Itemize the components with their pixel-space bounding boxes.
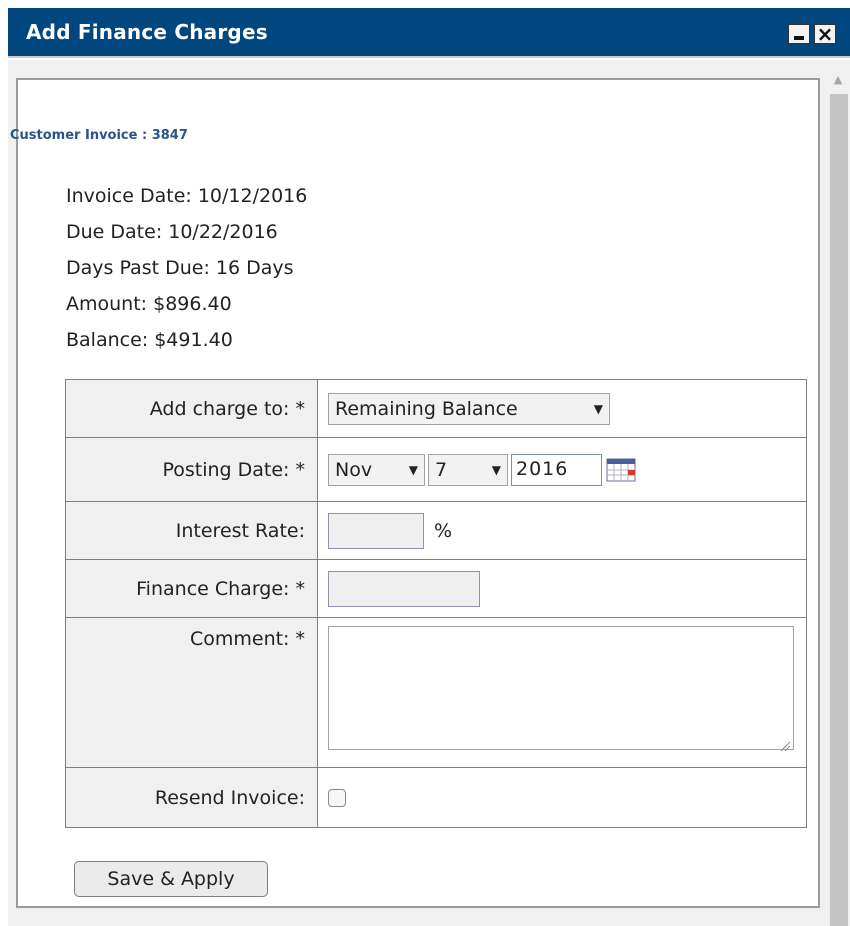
invoice-info: Invoice Date: 10/12/2016 Due Date: 10/22… xyxy=(66,178,307,358)
add-charge-selected: Remaining Balance xyxy=(335,397,518,420)
add-charge-select[interactable]: Remaining Balance ▼ xyxy=(328,392,610,425)
row-add-charge-to: Add charge to: * Remaining Balance ▼ xyxy=(65,379,807,438)
row-posting-date: Posting Date: * Nov ▼ 7 ▼ 2016 xyxy=(65,437,807,502)
posting-day-selected: 7 xyxy=(435,458,448,481)
finance-charge-input[interactable] xyxy=(328,570,480,607)
row-comment: Comment: * xyxy=(65,617,807,768)
interest-rate-input[interactable] xyxy=(328,512,424,549)
add-charge-label: Add charge to: * xyxy=(65,379,318,438)
invoice-date: Invoice Date: 10/12/2016 xyxy=(66,185,308,207)
amount: Amount: $896.40 xyxy=(66,293,232,315)
invoice-heading: Customer Invoice : 3847 xyxy=(10,128,188,143)
close-button[interactable]: × xyxy=(814,22,836,46)
dropdown-arrow-icon: ▼ xyxy=(408,462,418,477)
posting-month-selected: Nov xyxy=(335,458,373,481)
minimize-button[interactable] xyxy=(788,24,810,44)
finance-charge-label: Finance Charge: * xyxy=(65,559,318,618)
resend-invoice-label: Resend Invoice: xyxy=(65,767,318,828)
posting-month-select[interactable]: Nov ▼ xyxy=(328,453,425,486)
comment-textarea[interactable] xyxy=(328,626,794,752)
posting-date-label: Posting Date: * xyxy=(65,437,318,502)
due-date: Due Date: 10/22/2016 xyxy=(66,221,278,243)
row-finance-charge: Finance Charge: * xyxy=(65,559,807,618)
window-title: Add Finance Charges xyxy=(26,20,268,44)
finance-charge-form: Add charge to: * Remaining Balance ▼ Pos… xyxy=(65,379,807,828)
window-titlebar: Add Finance Charges × xyxy=(8,8,850,58)
scroll-up-icon[interactable]: ▲ xyxy=(828,70,848,90)
days-past-due: Days Past Due: 16 Days xyxy=(66,257,294,279)
comment-label: Comment: * xyxy=(65,617,318,768)
dropdown-arrow-icon: ▼ xyxy=(491,462,501,477)
scrollbar-thumb[interactable] xyxy=(830,94,848,926)
close-icon: × xyxy=(816,22,834,46)
row-interest-rate: Interest Rate: % xyxy=(65,501,807,560)
row-resend-invoice: Resend Invoice: xyxy=(65,767,807,828)
dropdown-arrow-icon: ▼ xyxy=(593,401,603,416)
balance: Balance: $491.40 xyxy=(66,329,233,351)
posting-year-input[interactable]: 2016 xyxy=(511,453,602,486)
save-apply-button[interactable]: Save & Apply xyxy=(74,861,268,897)
calendar-icon[interactable] xyxy=(606,458,636,482)
percent-symbol: % xyxy=(434,519,453,542)
vertical-scrollbar[interactable]: ▲ xyxy=(828,68,848,926)
resend-invoice-checkbox[interactable] xyxy=(328,789,346,807)
interest-rate-label: Interest Rate: xyxy=(65,501,318,560)
resize-grip-icon[interactable] xyxy=(779,735,791,752)
posting-day-select[interactable]: 7 ▼ xyxy=(428,453,508,486)
